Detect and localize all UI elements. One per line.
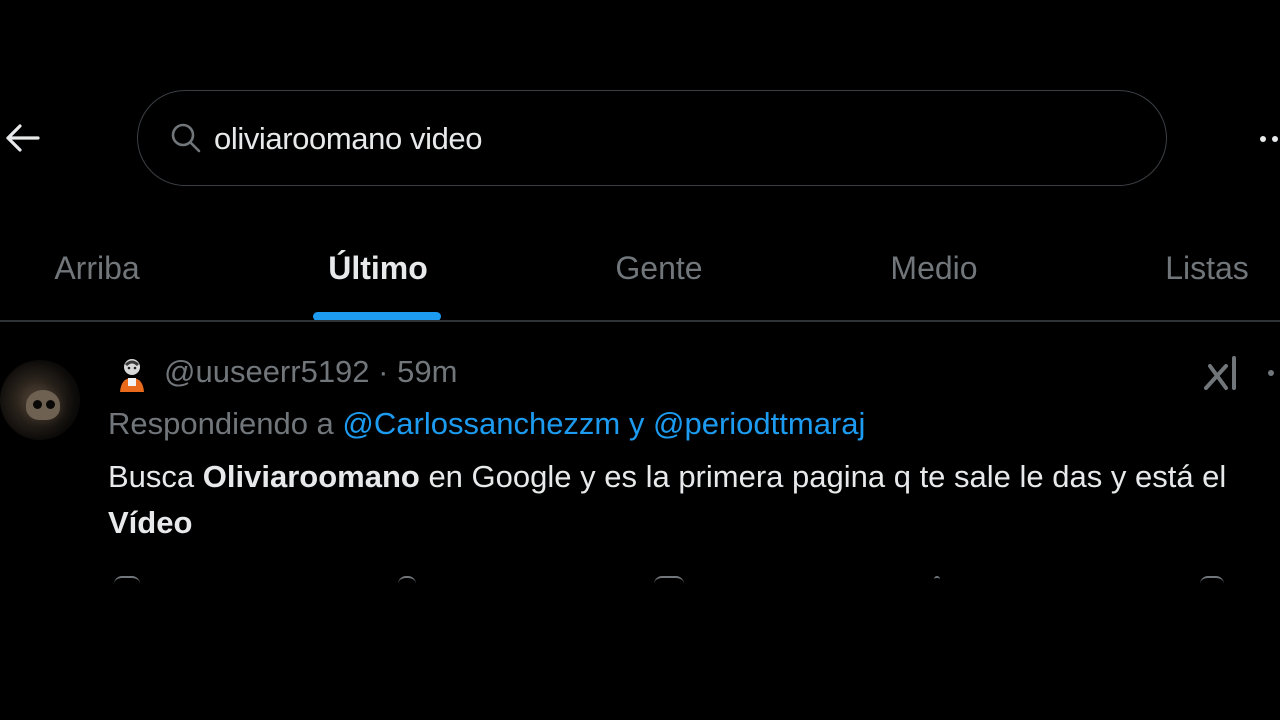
search-icon — [171, 123, 201, 153]
mention-link[interactable]: @periodttmaraj — [653, 406, 865, 441]
bookmark-icon[interactable] — [1200, 576, 1224, 584]
tweet-time[interactable]: 59m — [397, 354, 457, 389]
tweet-separator: · — [369, 354, 398, 389]
tweet-text: Busca Oliviaroomano en Google y es la pr… — [108, 454, 1268, 546]
tweet-text-part: en Google y es la primera pagina q te sa… — [419, 459, 1227, 494]
tab-ultimo[interactable]: Último — [274, 218, 482, 318]
mention-link[interactable]: @Carlossanchezzm — [342, 406, 620, 441]
like-icon[interactable] — [654, 576, 684, 584]
grok-icon[interactable] — [1204, 352, 1244, 392]
tab-medio[interactable]: Medio — [836, 218, 1032, 318]
search-box[interactable] — [137, 90, 1167, 186]
arrow-left-icon — [6, 124, 40, 152]
reply-icon[interactable] — [114, 576, 140, 584]
search-header — [0, 88, 1280, 192]
tweet-text-bold: Vídeo — [108, 505, 193, 540]
avatar-eye — [46, 400, 55, 409]
avatar-eye — [33, 400, 42, 409]
tweet[interactable]: @uuseerr5192 · 59m Respondiendo a @Carlo… — [0, 322, 1280, 584]
search-input[interactable] — [214, 119, 1114, 159]
tweet-text-part: Busca — [108, 459, 203, 494]
search-tabs: Arriba Último Gente Medio Listas — [0, 218, 1280, 322]
views-icon[interactable] — [934, 576, 940, 584]
tweet-actions — [108, 576, 1228, 584]
replying-prefix: Respondiendo a — [108, 406, 343, 441]
avatar[interactable] — [0, 360, 80, 440]
more-dots-icon — [1260, 136, 1266, 142]
tweet-author-line: @uuseerr5192 · 59m — [164, 354, 457, 390]
retweet-icon[interactable] — [398, 576, 416, 584]
tweet-more-icon[interactable] — [1268, 370, 1274, 376]
tweet-text-bold: Oliviaroomano — [202, 459, 420, 494]
zombie-emoji-icon — [120, 359, 144, 392]
tab-gente[interactable]: Gente — [560, 218, 758, 318]
tab-arriba[interactable]: Arriba — [0, 218, 194, 318]
more-options-button[interactable] — [1250, 128, 1280, 148]
tweet-handle[interactable]: @uuseerr5192 — [164, 354, 370, 389]
replying-to-line: Respondiendo a @Carlossanchezzm y @perio… — [108, 406, 865, 442]
back-button[interactable] — [0, 116, 44, 160]
more-dot — [1272, 136, 1278, 142]
tab-listas[interactable]: Listas — [1112, 218, 1280, 318]
mention-joiner: y — [620, 406, 653, 441]
